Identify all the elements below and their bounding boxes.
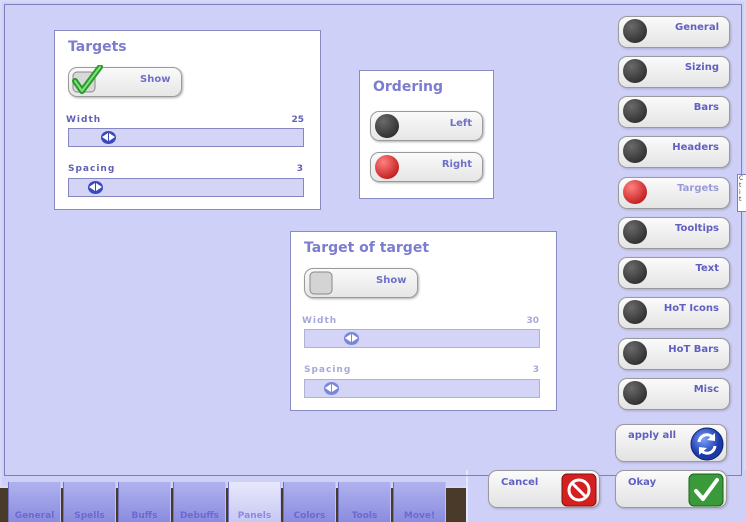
nav-item-hot-icons[interactable]: HoT Icons: [618, 297, 730, 329]
led-off-icon: [623, 19, 647, 43]
apply-all-label: apply all: [628, 430, 677, 441]
tab-label: Move!: [403, 511, 436, 521]
ordering-right-label: Right: [441, 159, 472, 170]
tot-spacing-value: 3: [532, 365, 539, 375]
apply-all-button[interactable]: apply all: [615, 424, 727, 462]
ordering-box: Ordering Left Right: [359, 70, 494, 199]
target-of-target-show-toggle[interactable]: Show: [304, 268, 418, 298]
nav-item-label: HoT Icons: [663, 303, 719, 314]
slider-knob-icon[interactable]: [88, 181, 104, 194]
target-of-target-box: Target of target Show Width 30 Spacing 3: [290, 231, 557, 411]
targets-spacing-value: 3: [296, 164, 303, 174]
tab-debuffs[interactable]: Debuffs: [173, 482, 226, 522]
tab-colors[interactable]: Colors: [283, 482, 336, 522]
target-of-target-title: Target of target: [304, 240, 430, 256]
tab-label: Spells: [74, 511, 105, 521]
nav-item-tooltips[interactable]: Tooltips: [618, 217, 730, 249]
targets-width-value: 25: [291, 115, 304, 125]
checkmark-icon: [688, 473, 724, 507]
tab-label: Tools: [351, 511, 378, 521]
nav-item-label: HoT Bars: [668, 344, 719, 355]
tot-spacing-slider[interactable]: [304, 379, 540, 398]
nav-item-general[interactable]: General: [618, 16, 730, 48]
led-off-icon: [623, 300, 647, 324]
nav-item-label: Targets: [677, 183, 719, 194]
ordering-left-label: Left: [449, 118, 472, 129]
led-off-icon: [623, 381, 647, 405]
nav-item-text[interactable]: Text: [618, 257, 730, 289]
targets-spacing-label: Spacing: [68, 164, 116, 174]
targets-title: Targets: [68, 39, 127, 55]
nav-item-sizing[interactable]: Sizing: [618, 56, 730, 88]
tab-move[interactable]: Move!: [393, 482, 446, 522]
edge-tooltip-line: t: [739, 182, 742, 189]
targets-box: Targets Show Width 25 Spacing 3: [54, 30, 321, 210]
led-off-icon: [623, 59, 647, 83]
nav-item-label: Bars: [693, 102, 719, 113]
okay-label: Okay: [628, 477, 657, 488]
tab-panels[interactable]: Panels: [228, 482, 281, 522]
nav-item-label: Sizing: [684, 62, 719, 73]
cancel-button[interactable]: Cancel: [488, 470, 600, 508]
nav-item-targets[interactable]: Targets: [618, 177, 730, 209]
targets-spacing-slider[interactable]: [68, 178, 304, 197]
nav-item-label: Text: [695, 263, 719, 274]
okay-button[interactable]: Okay: [615, 470, 727, 508]
tot-width-label: Width: [302, 316, 338, 326]
tab-label: Colors: [293, 511, 326, 521]
nav-item-hot-bars[interactable]: HoT Bars: [618, 338, 730, 370]
nav-item-label: Headers: [672, 142, 719, 153]
edge-tooltip-line: t: [739, 196, 742, 203]
slider-knob-icon[interactable]: [343, 332, 359, 345]
tab-spells[interactable]: Spells: [63, 482, 116, 522]
led-off-icon: [623, 220, 647, 244]
edge-tooltip: C t i t: [737, 174, 746, 212]
refresh-icon: [690, 427, 724, 461]
led-off-icon: [623, 99, 647, 123]
nav-item-bars[interactable]: Bars: [618, 96, 730, 128]
nav-item-label: Misc: [693, 384, 719, 395]
led-on-icon: [375, 155, 399, 179]
nav-item-headers[interactable]: Headers: [618, 136, 730, 168]
cancel-label: Cancel: [501, 477, 539, 488]
tab-buffs[interactable]: Buffs: [118, 482, 171, 522]
led-off-icon: [623, 260, 647, 284]
tot-width-value: 30: [526, 316, 539, 326]
nav-item-label: General: [675, 22, 719, 33]
checkbox-empty-icon: [309, 271, 333, 295]
targets-width-label: Width: [66, 115, 102, 125]
ordering-left-button[interactable]: Left: [370, 111, 483, 141]
tot-width-slider[interactable]: [304, 329, 540, 348]
targets-show-toggle[interactable]: Show: [68, 65, 182, 97]
target-of-target-show-label: Show: [376, 275, 407, 286]
led-off-icon: [375, 114, 399, 138]
led-on-icon: [623, 180, 647, 204]
checkmark-icon: [72, 65, 103, 94]
tab-general[interactable]: General: [8, 482, 61, 522]
cancel-icon: [561, 473, 597, 507]
ordering-title: Ordering: [373, 79, 444, 95]
tab-label: Panels: [237, 511, 272, 521]
tab-label: Debuffs: [179, 511, 220, 521]
edge-tooltip-line: i: [739, 189, 741, 196]
nav-item-label: Tooltips: [675, 223, 719, 234]
edge-tooltip-line: C: [739, 175, 744, 182]
tab-label: General: [14, 511, 55, 521]
tot-spacing-label: Spacing: [304, 365, 352, 375]
nav-item-misc[interactable]: Misc: [618, 378, 730, 410]
tab-tools[interactable]: Tools: [338, 482, 391, 522]
tab-label: Buffs: [131, 511, 158, 521]
targets-width-slider[interactable]: [68, 128, 304, 147]
slider-knob-icon[interactable]: [324, 382, 340, 395]
led-off-icon: [623, 139, 647, 163]
led-off-icon: [623, 341, 647, 365]
targets-show-label: Show: [140, 74, 171, 85]
ordering-right-button[interactable]: Right: [370, 152, 483, 182]
slider-knob-icon[interactable]: [101, 131, 117, 144]
